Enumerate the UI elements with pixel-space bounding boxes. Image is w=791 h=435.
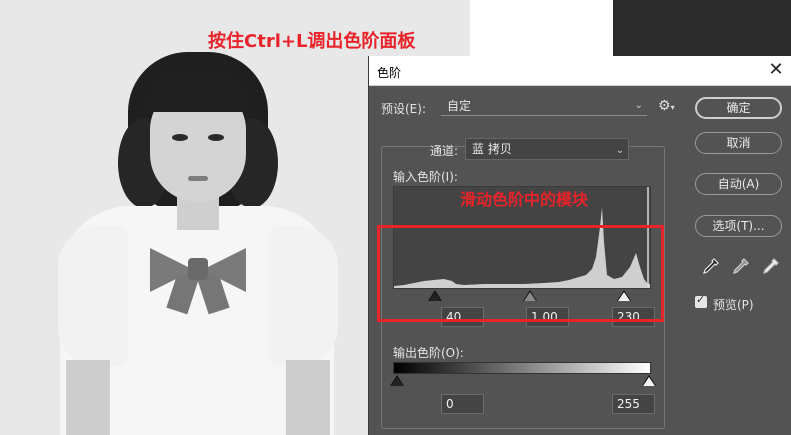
output-black-slider[interactable] [391,377,403,386]
dialog-title: 色阶 [377,66,402,80]
highlight-box [377,225,664,322]
bow-knot [188,258,208,280]
chevron-down-icon: ⌄ [615,145,624,156]
mouth [188,176,208,181]
checkmark-icon: ✓ [696,293,706,306]
preview-checkbox[interactable]: ✓ [695,293,707,308]
annotation-top-hint: 按住Ctrl+L调出色阶面板 [208,31,416,52]
cancel-button[interactable]: 取消 [695,132,782,154]
workspace-background [613,0,791,56]
preset-value: 自定 [447,99,472,113]
annotation-slider-hint: 滑动色阶中的模块 [460,190,589,209]
ok-button[interactable]: 确定 [695,97,782,119]
options-button[interactable]: 选项(T)... [695,215,782,237]
dialog-titlebar: 色阶 ✕ [369,56,791,86]
bangs [146,72,250,112]
black-eyedropper-icon[interactable] [699,256,721,278]
output-white-field[interactable]: 255 [612,394,655,414]
input-levels-label: 输入色阶(I): [393,170,458,184]
output-white-slider[interactable] [643,377,655,386]
channel-value: 蓝 拷贝 [472,142,512,156]
canvas-margin [470,0,613,56]
gray-eyedropper-icon[interactable] [729,256,751,278]
gear-icon[interactable]: ⚙▾ [658,98,675,114]
sleeve-left [58,226,128,366]
bow-right [202,248,246,292]
output-gradient-ramp [393,362,651,374]
arm-right [286,360,330,435]
chevron-down-icon: ⌄ [634,100,643,111]
eye-right [208,134,224,141]
arm-left [66,360,110,435]
output-black-field[interactable]: 0 [441,394,484,414]
eye-left [172,134,188,141]
preset-select[interactable]: 自定 ⌄ [441,98,647,116]
sleeve-right [268,226,338,366]
preset-label: 预设(E): [381,102,426,116]
channel-select[interactable]: 蓝 拷贝 ⌄ [465,138,629,160]
close-icon[interactable]: ✕ [766,60,786,80]
channel-label: 通道: [430,144,459,158]
auto-button[interactable]: 自动(A) [695,173,782,195]
output-levels-label: 输出色阶(O): [393,346,464,360]
white-eyedropper-icon[interactable] [759,256,781,278]
preview-label: 预览(P) [713,298,754,312]
